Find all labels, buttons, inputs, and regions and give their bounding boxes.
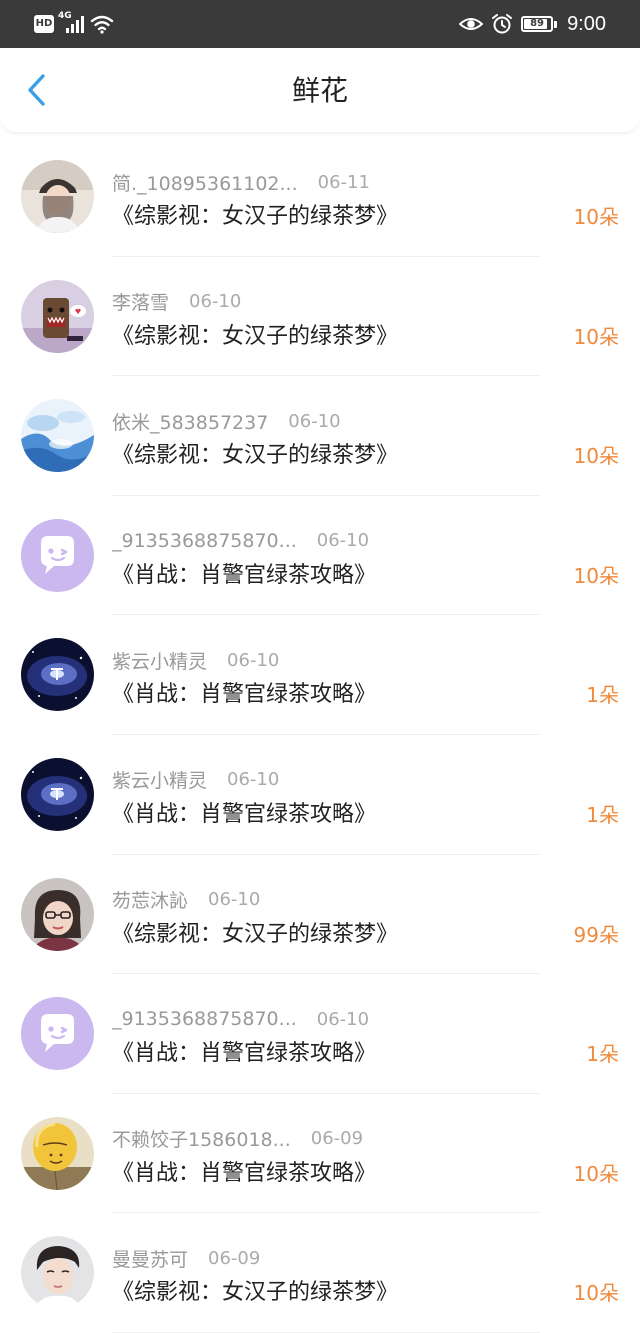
avatar[interactable] (21, 997, 94, 1071)
username[interactable]: 紫云小精灵 (112, 766, 207, 793)
avatar-photo-woman-glasses (21, 877, 94, 951)
avatar-photo-young-man (21, 1236, 94, 1310)
item-meta: 曼曼苏可 06-09 (112, 1245, 261, 1272)
status-bar-right: 89 9:00 (459, 12, 606, 36)
list-item[interactable]: 依米_583857237 06-10 《综影视：女汉子的绿茶梦》 10朵 (0, 376, 640, 496)
flower-count: 99朵 (573, 922, 619, 947)
item-meta: 紫云小精灵 06-10 (112, 768, 279, 792)
list-item[interactable]: 紫云小精灵 06-10 《肖战：肖警官绿茶攻略》 1朵 (0, 615, 640, 735)
list-item[interactable]: 紫云小精灵 06-10 《肖战：肖警官绿茶攻略》 1朵 (0, 735, 640, 855)
list-item[interactable]: _9135368875870... 06-10 《肖战：肖警官绿茶攻略》 10朵 (0, 496, 640, 616)
book-title[interactable]: 《肖战：肖警官绿茶攻略》 (112, 1160, 376, 1188)
flower-count: 10朵 (573, 563, 619, 588)
flower-count: 10朵 (573, 205, 619, 229)
avatar-galaxy (21, 757, 94, 831)
item-meta: _9135368875870... 06-10 (112, 1007, 369, 1031)
avatar-photo-girl-cap (21, 160, 94, 233)
flower-count: 10朵 (573, 1161, 619, 1186)
date: 06-09 (310, 1128, 364, 1150)
wifi-icon (90, 15, 114, 34)
avatar[interactable] (21, 279, 94, 353)
book-title[interactable]: 《肖战：肖警官绿茶攻略》 (112, 681, 376, 709)
book-title[interactable]: 《综影视：女汉子的绿茶梦》 (112, 203, 398, 231)
status-bar: HD 4G 89 9:00 (0, 0, 640, 48)
flower-count: 1朵 (586, 683, 619, 708)
default-avatar-icon (21, 997, 94, 1071)
alarm-clock-icon (492, 14, 513, 34)
avatar-galaxy (21, 638, 94, 712)
battery-level-text: 89 (530, 18, 545, 29)
page-title: 鲜花 (291, 74, 348, 107)
avatar-blue-clouds (21, 399, 94, 473)
item-meta: _9135368875870... 06-10 (112, 529, 369, 553)
username[interactable]: _9135368875870... (112, 1008, 297, 1030)
avatar[interactable] (21, 877, 94, 951)
username[interactable]: 曼曼苏可 (112, 1245, 188, 1272)
username[interactable]: 李落雪 (112, 288, 169, 315)
flower-list: 简._10895361102... 06-11 《综影视：女汉子的绿茶梦》 10… (0, 137, 640, 1333)
item-meta: 紫云小精灵 06-10 (112, 647, 280, 674)
eye-icon (459, 18, 484, 30)
username[interactable]: 不赖饺子1586018... (112, 1125, 291, 1152)
date: 06-10 (227, 649, 280, 671)
date: 06-10 (288, 410, 341, 432)
date: 06-11 (317, 171, 370, 193)
avatar[interactable] (21, 160, 94, 233)
list-item[interactable]: 不赖饺子1586018... 06-09 《肖战：肖警官绿茶攻略》 10朵 (0, 1094, 640, 1214)
book-title[interactable]: 《综影视：女汉子的绿茶梦》 (112, 323, 398, 351)
flower-count: 1朵 (586, 802, 619, 827)
avatar[interactable] (21, 638, 94, 712)
book-title[interactable]: 《综影视：女汉子的绿茶梦》 (112, 1279, 398, 1307)
username[interactable]: 简._10895361102... (112, 169, 298, 196)
avatar[interactable] (21, 1116, 94, 1190)
default-avatar-icon (21, 518, 94, 592)
list-item[interactable]: 李落雪 06-10 《综影视：女汉子的绿茶梦》 10朵 (0, 257, 640, 377)
flower-count: 10朵 (573, 324, 619, 349)
avatar[interactable] (21, 518, 94, 592)
flower-count: 1朵 (586, 1042, 619, 1067)
date: 06-10 (208, 889, 261, 911)
hd-badge: HD (34, 15, 54, 33)
date: 06-10 (316, 1008, 370, 1030)
date: 06-10 (316, 530, 370, 552)
item-meta: 依米_583857237 06-10 (112, 408, 341, 435)
date: 06-09 (208, 1247, 261, 1269)
username[interactable]: 依米_583857237 (112, 408, 268, 435)
item-meta: 不赖饺子1586018... 06-09 (112, 1127, 363, 1151)
username[interactable]: _9135368875870... (112, 530, 297, 552)
date: 06-10 (227, 769, 280, 791)
battery-icon: 89 (521, 16, 554, 32)
avatar[interactable] (21, 399, 94, 473)
battery-tip (554, 20, 558, 28)
avatar[interactable] (21, 1236, 94, 1310)
item-meta: 芴莣沐訫 06-10 (112, 888, 260, 912)
book-title[interactable]: 《肖战：肖警官绿茶攻略》 (112, 562, 376, 590)
avatar-smile-balloon (21, 1116, 94, 1190)
item-meta: 简._10895361102... 06-11 (112, 169, 370, 196)
flower-count: 10朵 (573, 1281, 619, 1306)
book-title[interactable]: 《综影视：女汉子的绿茶梦》 (112, 442, 398, 470)
status-bar-left: HD 4G (34, 11, 114, 36)
book-title[interactable]: 《肖战：肖警官绿茶攻略》 (112, 1040, 376, 1068)
signal-icon: 4G (58, 11, 84, 35)
list-item[interactable]: _9135368875870... 06-10 《肖战：肖警官绿茶攻略》 1朵 (0, 974, 640, 1094)
flower-count: 10朵 (573, 444, 619, 469)
avatar-domo-character (21, 279, 94, 353)
username[interactable]: 芴莣沐訫 (112, 886, 188, 913)
list-item[interactable]: 简._10895361102... 06-11 《综影视：女汉子的绿茶梦》 10… (0, 137, 640, 257)
book-title[interactable]: 《肖战：肖警官绿茶攻略》 (112, 801, 376, 829)
list-item[interactable]: 曼曼苏可 06-09 《综影视：女汉子的绿茶梦》 10朵 (0, 1213, 640, 1333)
date: 06-10 (189, 291, 242, 313)
username[interactable]: 紫云小精灵 (112, 647, 207, 674)
item-meta: 李落雪 06-10 (112, 290, 241, 314)
nav-bar: 鲜花 (0, 48, 640, 132)
book-title[interactable]: 《综影视：女汉子的绿茶梦》 (112, 921, 398, 949)
list-item[interactable]: 芴莣沐訫 06-10 《综影视：女汉子的绿茶梦》 99朵 (0, 855, 640, 975)
clock: 9:00 (567, 12, 606, 35)
avatar[interactable] (21, 757, 94, 831)
